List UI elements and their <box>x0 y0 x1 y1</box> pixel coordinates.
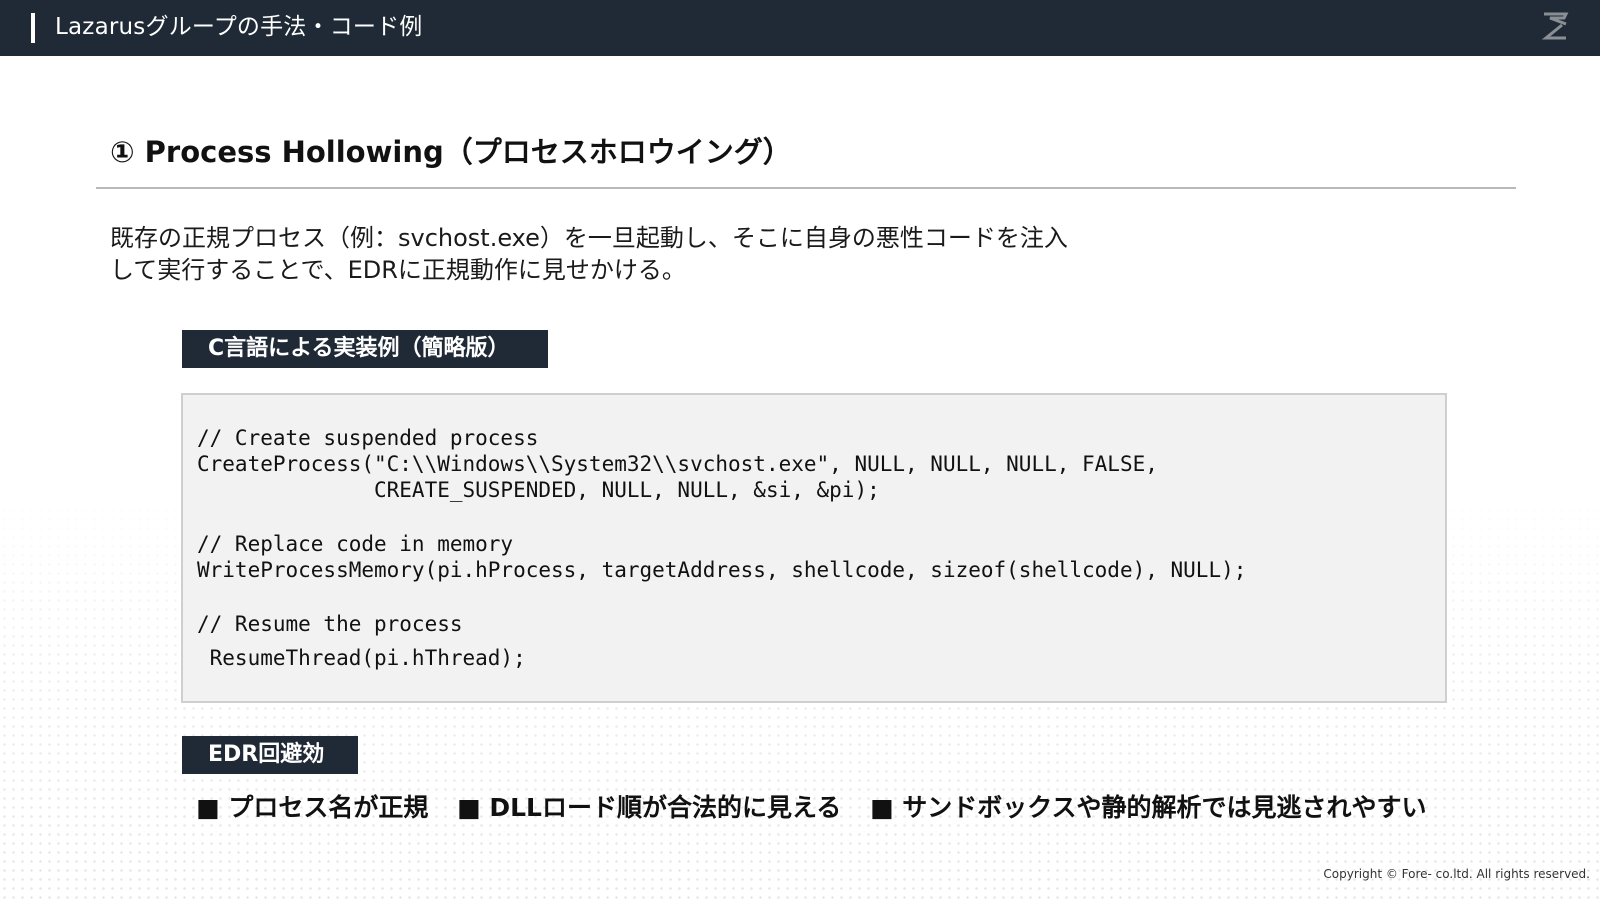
description: 既存の正規プロセス（例：svchost.exe）を一旦起動し、そこに自身の悪性コ… <box>110 222 1210 286</box>
section-title: ① Process Hollowing（プロセスホロウイング） <box>110 135 792 169</box>
code-line: CreateProcess("C:\\Windows\\System32\\sv… <box>197 452 1158 476</box>
edr-evasion-label: EDR回避効 <box>182 736 358 774</box>
z-logo-icon <box>1541 12 1569 40</box>
edr-point: ■ プロセス名が正規 <box>196 793 429 822</box>
edr-point: ■ サンドボックスや静的解析では見逃されやすい <box>869 793 1427 822</box>
code-line: // Create suspended process <box>197 426 539 450</box>
edr-point: ■ DLLロード順が合法的に見える <box>457 793 842 822</box>
code-block: // Create suspended process CreateProces… <box>181 393 1447 703</box>
edr-points: ■ プロセス名が正規 ■ DLLロード順が合法的に見える ■ サンドボックスや静… <box>196 790 1447 826</box>
code-line: ResumeThread(pi.hThread); <box>197 646 526 670</box>
code-line: // Replace code in memory <box>197 532 514 556</box>
header-bar: Lazarusグループの手法・コード例 <box>0 0 1600 56</box>
description-line-1: 既存の正規プロセス（例：svchost.exe）を一旦起動し、そこに自身の悪性コ… <box>110 224 1068 252</box>
code-line: WriteProcessMemory(pi.hProcess, targetAd… <box>197 558 1247 582</box>
code-example-label: C言語による実装例（簡略版） <box>182 330 548 368</box>
header-accent-line <box>31 13 35 43</box>
slide: Lazarusグループの手法・コード例 ① Process Hollowing（… <box>0 0 1600 899</box>
code-line: CREATE_SUSPENDED, NULL, NULL, &si, &pi); <box>197 478 880 502</box>
header-title: Lazarusグループの手法・コード例 <box>55 14 423 40</box>
description-line-2: して実行することで、EDRに正規動作に見せかける。 <box>110 256 686 284</box>
code-line: // Resume the process <box>197 612 463 636</box>
copyright: Copyright © Fore- co.ltd. All rights res… <box>1323 867 1590 881</box>
title-divider <box>96 187 1516 189</box>
